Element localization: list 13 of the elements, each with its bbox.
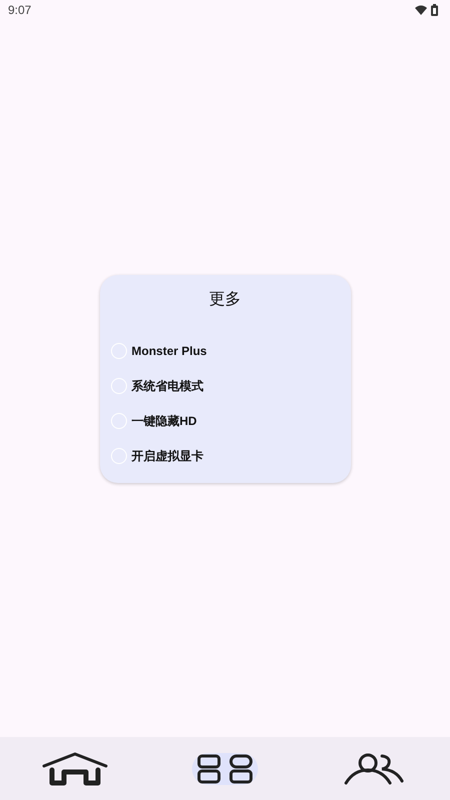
apps-grid-icon xyxy=(197,754,253,784)
option-label[interactable]: 一键隐藏HD xyxy=(132,412,197,430)
dialog-title: 更多 xyxy=(208,290,242,310)
people-icon xyxy=(344,752,406,784)
option-label[interactable]: Monster Plus xyxy=(132,344,207,358)
option-label[interactable]: 系统省电模式 xyxy=(132,378,204,394)
battery-icon xyxy=(431,4,438,16)
status-time: 9:07 xyxy=(8,3,32,17)
nav-tab[interactable] xyxy=(192,752,258,784)
option-label[interactable]: 开启虚拟显卡 xyxy=(132,448,204,464)
home-icon xyxy=(42,752,108,786)
nav-tab[interactable] xyxy=(42,752,108,784)
wifi-icon xyxy=(415,5,427,15)
